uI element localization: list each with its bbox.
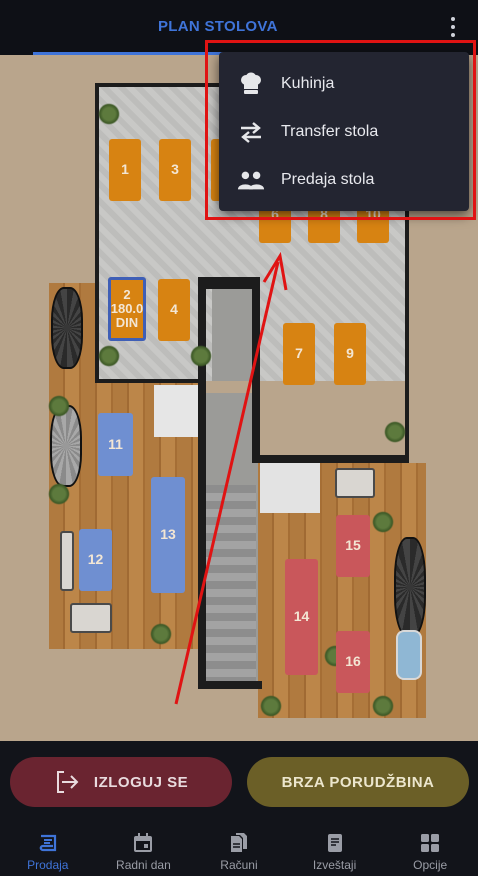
wall [198, 681, 262, 689]
umbrella-icon [51, 287, 83, 369]
receipt-icon [37, 832, 59, 854]
table-15[interactable]: 15 [336, 515, 370, 577]
calendar-icon [132, 832, 154, 854]
overflow-menu: Kuhinja Transfer stola Predaja stola [219, 52, 469, 211]
action-bar: IZLOGUJ SE BRZA PORUDŽBINA [0, 741, 478, 823]
bottom-nav: Prodaja Radni dan Računi Izveštaji Opcij… [0, 823, 478, 876]
quick-order-button[interactable]: BRZA PORUDŽBINA [247, 757, 469, 807]
table-16[interactable]: 16 [336, 631, 370, 693]
wall [252, 455, 409, 463]
nav-item-prodaja[interactable]: Prodaja [0, 823, 96, 876]
more-menu-button[interactable] [444, 14, 462, 40]
menu-item-kitchen[interactable]: Kuhinja [219, 60, 469, 108]
table-amount: 180.0 [110, 300, 144, 316]
plant-icon [190, 345, 212, 367]
nav-label: Radni dan [116, 858, 171, 872]
nav-item-opcije[interactable]: Opcije [382, 823, 478, 876]
table-number: 2 [123, 286, 131, 302]
table-11[interactable]: 11 [98, 413, 133, 476]
chef-hat-icon [237, 70, 265, 98]
table-7[interactable]: 7 [283, 323, 315, 385]
wall [198, 277, 258, 289]
menu-item-label: Transfer stola [281, 123, 379, 140]
table-4[interactable]: 4 [158, 279, 190, 341]
nav-item-izvestaji[interactable]: Izveštaji [287, 823, 383, 876]
service-room [260, 463, 320, 513]
grid-icon [419, 832, 441, 854]
report-icon [324, 832, 346, 854]
table-13[interactable]: 13 [151, 477, 185, 593]
table-14[interactable]: 14 [285, 559, 318, 675]
table-3[interactable]: 3 [159, 139, 191, 201]
page-title[interactable]: PLAN STOLOVA [158, 18, 278, 35]
logout-icon [57, 771, 79, 793]
swap-arrows-icon [237, 118, 265, 146]
nav-label: Računi [220, 858, 258, 872]
sofa-icon [60, 531, 74, 591]
plant-icon [48, 483, 70, 505]
table-currency: DIN [115, 315, 139, 331]
logout-label: IZLOGUJ SE [93, 773, 189, 791]
app-screen: PLAN STOLOVA 1 3 6 8 10 2 180.0 DIN 4 7 … [0, 0, 478, 876]
wall [95, 379, 205, 383]
top-bar: PLAN STOLOVA [0, 0, 478, 55]
more-dot-icon [451, 33, 455, 37]
sofa-icon [70, 603, 112, 633]
table-12[interactable]: 12 [79, 529, 112, 591]
plant-icon [384, 421, 406, 443]
plant-icon [372, 695, 394, 717]
plant-icon [98, 345, 120, 367]
nav-item-racuni[interactable]: Računi [191, 823, 287, 876]
elevator-shaft [212, 289, 256, 381]
menu-item-table-transfer[interactable]: Transfer stola [219, 108, 469, 156]
menu-item-table-handover[interactable]: Predaja stola [219, 156, 469, 204]
plant-icon [150, 623, 172, 645]
menu-item-label: Kuhinja [281, 75, 335, 92]
people-icon [237, 166, 265, 194]
restroom [154, 385, 204, 437]
plant-icon [98, 103, 120, 125]
wall [95, 83, 99, 383]
nav-label: Opcije [413, 858, 448, 872]
documents-icon [228, 832, 250, 854]
table-9[interactable]: 9 [334, 323, 366, 385]
plant-icon [48, 395, 70, 417]
table-2-occupied[interactable]: 2 180.0 DIN [108, 277, 146, 341]
wall [198, 277, 206, 685]
hot-tub-icon [396, 630, 422, 680]
umbrella-icon [50, 405, 82, 487]
stairs [206, 485, 256, 685]
nav-label: Izveštaji [312, 858, 357, 872]
plant-icon [260, 695, 282, 717]
umbrella-icon [394, 537, 426, 637]
sofa-icon [335, 468, 375, 498]
table-1[interactable]: 1 [109, 139, 141, 201]
more-dot-icon [451, 25, 455, 29]
more-dot-icon [451, 17, 455, 21]
nav-item-radni-dan[interactable]: Radni dan [96, 823, 192, 876]
wall [252, 277, 260, 457]
nav-label: Prodaja [27, 858, 69, 872]
menu-item-label: Predaja stola [281, 171, 375, 188]
logout-button[interactable]: IZLOGUJ SE [10, 757, 232, 807]
plant-icon [372, 511, 394, 533]
